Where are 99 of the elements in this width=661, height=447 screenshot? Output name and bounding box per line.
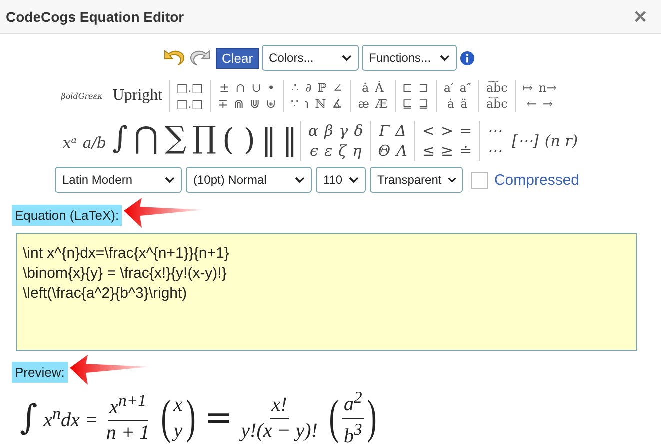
equation-label: Equation (LaTeX): xyxy=(12,204,122,226)
symbol-button[interactable]: ± xyxy=(218,80,231,96)
symbol-button[interactable]: → xyxy=(542,96,554,112)
symbol-button[interactable]: ← xyxy=(526,96,538,112)
dropdown[interactable]: (10pt) Normal xyxy=(186,167,312,193)
symbol-button[interactable]: ℩ xyxy=(304,96,310,112)
symbol-button[interactable]: Æ xyxy=(374,96,388,112)
chevron-icon xyxy=(349,177,360,183)
symbol-button[interactable]: ⋓ xyxy=(249,96,262,112)
chevron-icon xyxy=(342,55,352,61)
symbol-button[interactable]: ζ xyxy=(338,141,348,161)
info-icon[interactable] xyxy=(460,50,476,66)
symbol-button[interactable]: ∫ xyxy=(110,119,132,159)
symbol-button[interactable]: n→ xyxy=(538,80,558,96)
style-button[interactable]: Upright xyxy=(106,87,169,105)
symbol-button[interactable]: ȧ xyxy=(360,80,370,96)
symbol-button[interactable]: □.□ xyxy=(176,80,204,96)
dropdown[interactable]: 110 xyxy=(316,167,366,193)
symbol-button[interactable]: ä xyxy=(460,96,469,112)
symbol-button[interactable]: ≥ xyxy=(440,141,455,161)
symbol-button[interactable]: β xyxy=(324,121,334,141)
math-text: x$^{n}$dx = xyxy=(44,404,98,432)
symbol-button[interactable]: a″ xyxy=(458,80,472,96)
symbol-button[interactable]: α xyxy=(307,121,320,141)
symbol-button[interactable]: a′ xyxy=(442,80,455,96)
symbol-button[interactable]: a/b xyxy=(80,123,110,163)
symbol-button[interactable]: ‖ xyxy=(258,121,280,161)
close-button[interactable]: × xyxy=(634,6,647,28)
dropdown[interactable]: Transparent xyxy=(370,167,464,193)
symbol-button[interactable]: ⋯ xyxy=(486,141,504,161)
symbol-button[interactable]: ∏ xyxy=(190,119,220,159)
symbol-button[interactable]: Δ xyxy=(394,121,408,141)
symbol-button[interactable]: ⋯ xyxy=(486,121,504,141)
symbol-button[interactable]: ∡ xyxy=(331,96,344,112)
symbol-button[interactable]: a͠bc xyxy=(485,80,509,96)
symbol-button[interactable]: ϵ xyxy=(309,141,320,161)
symbol-button[interactable]: ℕ xyxy=(314,96,328,112)
window-title: CodeCogs Equation Editor xyxy=(6,8,184,24)
symbol-button[interactable]: Λ xyxy=(396,141,408,161)
undo-icon[interactable] xyxy=(162,49,186,67)
symbol-button[interactable]: a͡bc xyxy=(485,96,509,112)
math-text: = xyxy=(204,398,234,438)
symbol-button[interactable]: ∓ xyxy=(217,96,230,112)
symbol-button[interactable]: < xyxy=(421,121,436,141)
fraction: x! y!(x − y)! xyxy=(239,394,319,443)
symbol-button[interactable]: η xyxy=(352,141,363,161)
symbol-button[interactable]: ( ) xyxy=(219,121,258,161)
fraction: x$^{n+1}$ n + 1 xyxy=(105,390,151,446)
chevron-icon xyxy=(440,55,450,61)
symbol-button[interactable]: ȧ xyxy=(446,96,456,112)
redo-icon[interactable] xyxy=(188,49,213,67)
symbol-button[interactable]: ⊏ xyxy=(402,80,414,96)
symbol-button[interactable]: ∂ xyxy=(304,80,313,96)
symbol-button[interactable]: ⊑ xyxy=(402,96,414,112)
symbol-button[interactable]: ⊒ xyxy=(418,96,430,112)
symbol-button[interactable]: • xyxy=(266,80,276,96)
symbol-button[interactable]: > xyxy=(440,121,455,141)
symbol-button[interactable]: ∴ xyxy=(290,80,301,96)
symbol-button[interactable]: ∠ xyxy=(332,80,344,96)
dropdown[interactable]: Latin Modern xyxy=(55,167,182,193)
symbol-button[interactable]: ⋒ xyxy=(233,96,246,112)
style-button[interactable]: βoldGreεκ xyxy=(57,92,107,100)
arrow-icon xyxy=(70,355,150,385)
checkbox-label[interactable]: Compressed xyxy=(494,172,580,188)
dropdown[interactable]: Functions... xyxy=(362,45,458,71)
symbol-button[interactable]: = xyxy=(458,121,474,141)
symbol-button[interactable]: ∩ xyxy=(234,80,247,96)
symbol-button[interactable]: [⋯] xyxy=(509,121,542,161)
checkbox[interactable] xyxy=(471,172,488,188)
chevron-icon xyxy=(448,177,456,183)
symbol-button[interactable]: □.□ xyxy=(176,96,204,112)
symbol-button[interactable]: ≐ xyxy=(458,141,474,161)
symbol-button[interactable]: ∵ xyxy=(290,96,300,112)
dropdown[interactable]: Colors... xyxy=(262,45,360,71)
symbol-button[interactable]: Ȧ xyxy=(374,80,385,96)
chevron-icon xyxy=(295,177,306,183)
symbol-button[interactable]: xᵃ xyxy=(60,123,80,163)
symbol-button[interactable]: ℙ xyxy=(316,80,328,96)
symbol-button[interactable]: (n r) xyxy=(542,121,582,161)
equation-input[interactable]: \int x^{n}dx=\frac{x^{n+1}}{n+1} \binom{x}{y} = \frac{x!}{y!(x-y)!} \left(\frac{a^2}{b^3}\right) xyxy=(16,233,637,351)
symbol-button[interactable]: Θ xyxy=(377,141,392,161)
symbol-button[interactable]: ↦ xyxy=(522,80,534,96)
clear-button[interactable]: Clear xyxy=(216,48,260,68)
symbol-button[interactable]: ⋂ xyxy=(131,119,162,159)
symbol-button[interactable]: ∪ xyxy=(250,80,263,96)
arrow-icon xyxy=(124,198,204,228)
symbol-button[interactable]: ⊎ xyxy=(265,96,278,112)
symbol-button[interactable]: ∑ xyxy=(162,119,190,159)
chevron-icon xyxy=(165,177,176,183)
symbol-button[interactable]: æ xyxy=(357,96,370,112)
symbol-button[interactable]: ⊐ xyxy=(418,80,430,96)
math-text: ∫ xyxy=(20,398,38,438)
symbol-button[interactable]: γ xyxy=(338,121,350,141)
symbol-button[interactable]: Γ xyxy=(378,121,391,141)
symbol-button[interactable]: ε xyxy=(323,141,334,161)
symbol-button[interactable]: ‖ xyxy=(279,121,300,161)
preview-label: Preview: xyxy=(12,362,68,382)
symbol-button[interactable]: δ xyxy=(353,121,364,141)
symbol-button[interactable]: ≤ xyxy=(421,141,436,161)
